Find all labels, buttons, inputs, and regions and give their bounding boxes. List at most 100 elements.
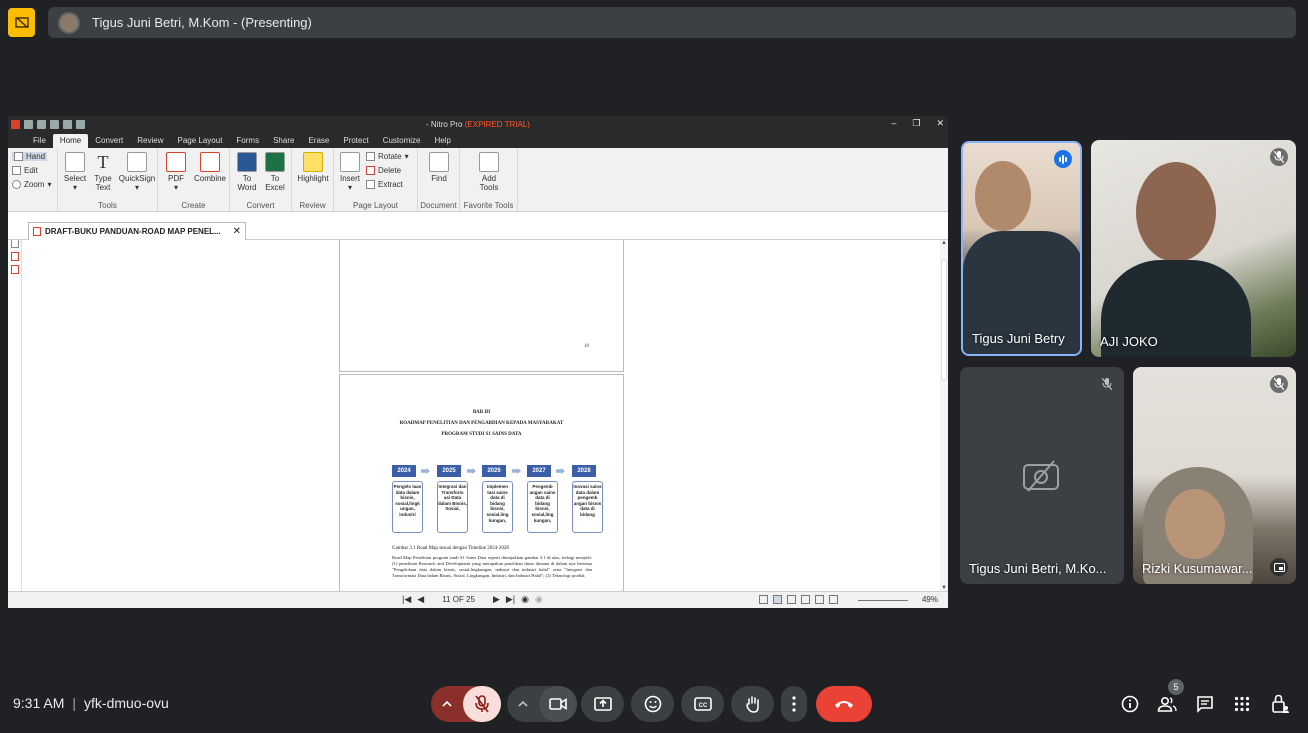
- single-page-icon[interactable]: [759, 595, 768, 604]
- to-excel-button[interactable]: To Excel: [262, 152, 288, 192]
- camera-off-icon: [1022, 459, 1060, 493]
- rotate-icon: [366, 152, 375, 161]
- activities-button[interactable]: [1230, 692, 1254, 716]
- fullscreen-icon[interactable]: [815, 595, 824, 604]
- participant-tile[interactable]: Tigus Juni Betry: [961, 141, 1082, 356]
- participant-count-badge: 5: [1168, 679, 1184, 695]
- facing-continuous-icon[interactable]: [801, 595, 810, 604]
- camera-toggle-button[interactable]: [539, 686, 577, 722]
- ribbon-tab-convert[interactable]: Convert: [88, 134, 130, 148]
- mic-control-group: [431, 686, 501, 722]
- edit-tool[interactable]: Edit: [12, 166, 38, 175]
- back-view-icon[interactable]: ◉: [521, 594, 529, 605]
- more-options-button[interactable]: [781, 686, 807, 722]
- meeting-details-button[interactable]: [1118, 692, 1142, 716]
- pdf-button[interactable]: PDF ▾: [164, 152, 188, 192]
- participant-face: [1165, 489, 1225, 559]
- vertical-scrollbar[interactable]: ▲ ▼: [940, 240, 948, 591]
- people-button[interactable]: [1155, 692, 1179, 716]
- maximize-icon[interactable]: ❐: [912, 118, 920, 129]
- zoom-icon: [12, 180, 21, 189]
- prev-page-icon[interactable]: ◀: [417, 594, 424, 605]
- zoom-slider[interactable]: [858, 600, 908, 601]
- ribbon-tab-share[interactable]: Share: [266, 134, 301, 148]
- extract-button[interactable]: Extract: [366, 180, 403, 189]
- presenting-banner[interactable]: Tigus Juni Betri, M.Kom - (Presenting): [48, 7, 1296, 38]
- reactions-button[interactable]: [631, 686, 674, 722]
- ribbon-nav-group: Hand Edit Zoom ▾: [8, 148, 58, 212]
- participant-tile[interactable]: AJI JOKO: [1091, 140, 1296, 357]
- participant-tile[interactable]: Tigus Juni Betri, M.Ko...: [960, 367, 1124, 584]
- quicksign-button[interactable]: QuickSign ▾: [118, 152, 156, 192]
- type-text-button[interactable]: T Type Text: [90, 152, 116, 192]
- facing-icon[interactable]: [787, 595, 796, 604]
- ribbon-tab-forms[interactable]: Forms: [229, 134, 266, 148]
- raise-hand-button[interactable]: [731, 686, 774, 722]
- chat-button[interactable]: [1193, 692, 1217, 716]
- fit-width-icon[interactable]: [829, 595, 838, 604]
- close-tab-icon[interactable]: ✕: [233, 226, 241, 237]
- rotate-button[interactable]: Rotate ▾: [366, 152, 409, 161]
- ribbon-tab-customize[interactable]: Customize: [376, 134, 428, 148]
- participant-tile[interactable]: Rizki Kusumawar...: [1133, 367, 1296, 584]
- document-view[interactable]: 10 BAB III ROADMAP PENELITIAN DAN PENGAB…: [22, 240, 940, 591]
- figure-caption: Gambar 3.1 Road Map sesuai dengan Timeli…: [392, 546, 509, 551]
- meeting-details: 9:31 AM | yfk-dmuo-ovu: [13, 695, 169, 711]
- host-controls-button[interactable]: [1268, 692, 1292, 716]
- captions-button[interactable]: CC: [681, 686, 724, 722]
- zoom-tool[interactable]: Zoom ▾: [12, 180, 51, 189]
- presentation-icon: [8, 8, 35, 37]
- leave-call-button[interactable]: [816, 686, 872, 722]
- bookmarks-panel-icon[interactable]: [11, 239, 19, 248]
- chapter-heading: BAB III: [472, 410, 491, 415]
- highlight-button[interactable]: Highlight: [294, 152, 332, 183]
- find-icon: [429, 152, 449, 172]
- ribbon-tab-help[interactable]: Help: [428, 134, 458, 148]
- first-page-icon[interactable]: |◀: [402, 594, 411, 605]
- continuous-icon[interactable]: [773, 595, 782, 604]
- hand-tool[interactable]: Hand: [12, 152, 48, 161]
- ribbon-tab-file[interactable]: File: [26, 134, 53, 148]
- find-button[interactable]: Find: [426, 152, 452, 183]
- close-icon[interactable]: ✕: [936, 118, 944, 129]
- mic-toggle-button[interactable]: [463, 686, 501, 722]
- audio-settings-button[interactable]: [431, 686, 463, 722]
- participant-video: [975, 161, 1031, 231]
- last-page-icon[interactable]: ▶|: [506, 594, 515, 605]
- page-navigation: |◀ ◀ 11 OF 25 ▶ ▶| ◉ ◉: [402, 594, 543, 605]
- page-count[interactable]: 11 OF 25: [442, 595, 475, 604]
- present-now-button[interactable]: [581, 686, 624, 722]
- present-screen-icon: [593, 696, 612, 711]
- scroll-thumb[interactable]: [941, 260, 947, 380]
- view-mode-icons: [759, 595, 838, 604]
- video-settings-button[interactable]: [507, 686, 539, 722]
- favorite-tools-group-label: Favorite Tools: [463, 201, 514, 210]
- attachments-panel-icon[interactable]: [11, 252, 19, 261]
- body-paragraph: Road Map Penelitian program studi S1 Sai…: [392, 555, 592, 578]
- ribbon-tab-protect[interactable]: Protect: [336, 134, 375, 148]
- add-tools-icon: [479, 152, 499, 172]
- picture-in-picture-icon[interactable]: [1270, 558, 1288, 576]
- document-tab[interactable]: DRAFT-BUKU PANDUAN-ROAD MAP PENEL... ✕: [28, 222, 246, 240]
- signatures-panel-icon[interactable]: [11, 265, 19, 274]
- combine-button[interactable]: Combine: [192, 152, 228, 183]
- minimize-icon[interactable]: –: [891, 118, 896, 129]
- next-page-icon[interactable]: ▶: [493, 594, 500, 605]
- scroll-up-icon[interactable]: ▲: [941, 240, 947, 246]
- ribbon-tab-erase[interactable]: Erase: [301, 134, 336, 148]
- mic-off-icon: [475, 695, 489, 713]
- pen-icon: [127, 152, 147, 172]
- to-word-button[interactable]: To Word: [234, 152, 260, 192]
- ribbon-tab-review[interactable]: Review: [130, 134, 170, 148]
- forward-view-icon[interactable]: ◉: [535, 594, 543, 605]
- delete-button[interactable]: Delete: [366, 166, 401, 175]
- lock-person-icon: [1272, 694, 1289, 713]
- add-tools-button[interactable]: Add Tools: [474, 152, 504, 192]
- ribbon: Hand Edit Zoom ▾ Select ▾ T Type Text Quic…: [8, 148, 948, 212]
- window-controls: – ❐ ✕: [891, 118, 944, 129]
- tools-group-label: Tools: [98, 201, 117, 210]
- ribbon-tab-page-layout[interactable]: Page Layout: [170, 134, 229, 148]
- ribbon-tab-home[interactable]: Home: [52, 134, 89, 148]
- insert-button[interactable]: Insert ▾: [338, 152, 362, 192]
- select-button[interactable]: Select ▾: [62, 152, 88, 192]
